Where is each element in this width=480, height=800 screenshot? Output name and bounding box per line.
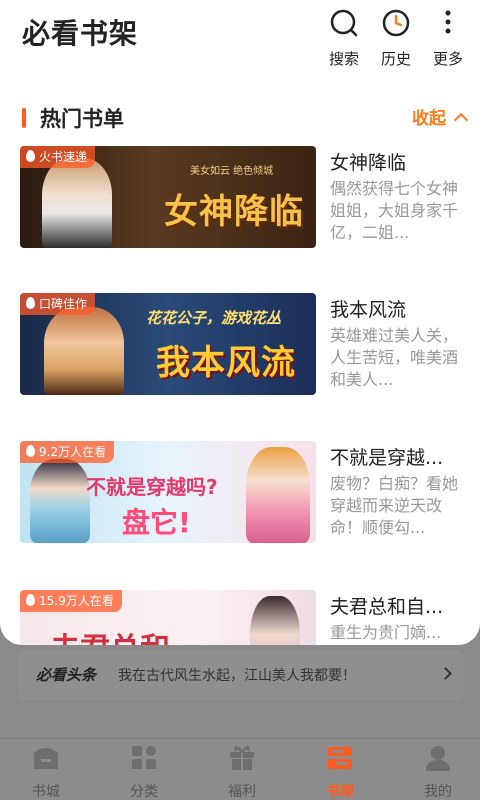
book-item[interactable]: 夫君总和 15.9万人在看 夫君总和自... 重生为贵门嫡... [0, 590, 480, 645]
book-title: 女神降临 [330, 152, 407, 174]
book-description: 英雄难过美人关，人生苦短，唯美酒和美人... [330, 326, 459, 389]
book-item[interactable]: 不就是穿越吗? 盘它! 9.2万人在看 不就是穿越... 废物？白痴？看她穿越而… [0, 441, 480, 551]
history-button[interactable]: 历史 [370, 8, 422, 72]
bookshelf-icon [326, 745, 354, 771]
cover-figure [246, 447, 310, 543]
flame-icon [26, 297, 35, 309]
more-vertical-icon [433, 8, 463, 38]
cover-tagline: 花花公子，游戏花丛 [146, 309, 282, 327]
chevron-up-icon [453, 112, 469, 128]
more-label: 更多 [432, 50, 463, 68]
book-badge: 火书速递 [20, 146, 96, 168]
flame-icon [26, 150, 35, 162]
banner-text: 我在古代风生水起，江山美人我都要！ [118, 668, 356, 684]
book-cover[interactable]: 美女如云 绝色倾城 女神降临 火书速递 [20, 146, 316, 248]
cover-title-art: 夫君总和 [50, 624, 170, 645]
nav-item-category[interactable]: 分类 [114, 745, 174, 800]
nav-item-welfare[interactable]: 福利 [212, 745, 272, 800]
book-title: 不就是穿越... [330, 447, 444, 469]
book-badge: 15.9万人在看 [20, 590, 122, 612]
bottom-nav: 书城 分类 福利 书架 我的 [0, 738, 480, 800]
clock-icon [381, 8, 411, 38]
cover-figure [42, 158, 112, 248]
top-bar: 必看书架 搜索 历史 更多 [0, 0, 480, 80]
cover-title-art: 我本风流 [156, 343, 296, 383]
book-cover[interactable]: 不就是穿越吗? 盘它! 9.2万人在看 [20, 441, 316, 543]
bookshelf-sheet: 必看书架 搜索 历史 更多 热门书单 收起 美女如云 绝色倾城 女神降临 火书速… [0, 0, 480, 645]
collapse-label: 收起 [412, 109, 446, 129]
cover-tagline: 美女如云 绝色倾城 [190, 166, 274, 177]
book-description: 重生为贵门嫡... [330, 623, 442, 642]
cover-title-art: 女神降临 [164, 192, 304, 232]
headline-banner[interactable]: 必看头条 我在古代风生水起，江山美人我都要！ [18, 650, 464, 700]
badge-text: 9.2万人在看 [39, 445, 107, 459]
book-title: 夫君总和自... [330, 596, 444, 618]
badge-text: 口碑佳作 [39, 297, 88, 311]
nav-label: 福利 [228, 784, 256, 800]
chevron-right-icon [439, 667, 452, 680]
book-description: 废物？白痴？看她穿越而来逆天改命！顺便勾... [330, 474, 459, 537]
cover-title-art: 盘它! [122, 506, 191, 539]
cover-figure [30, 459, 90, 543]
cover-tagline: 不就是穿越吗? [86, 475, 218, 499]
book-item[interactable]: 美女如云 绝色倾城 女神降临 火书速递 女神降临 偶然获得七个女神姐姐，大姐身家… [0, 146, 480, 256]
section-title: 热门书单 [40, 107, 124, 131]
book-badge: 口碑佳作 [20, 293, 96, 315]
book-badge: 9.2万人在看 [20, 441, 115, 463]
history-label: 历史 [380, 50, 411, 68]
book-title: 我本风流 [330, 299, 407, 321]
search-icon [329, 8, 359, 38]
nav-item-bookstore[interactable]: 书城 [16, 745, 76, 800]
more-button[interactable]: 更多 [422, 8, 474, 72]
nav-label: 我的 [424, 784, 452, 800]
gift-icon [228, 745, 256, 771]
page-title: 必看书架 [22, 17, 139, 50]
badge-text: 火书速递 [39, 150, 88, 164]
cover-figure [250, 596, 300, 645]
book-description: 偶然获得七个女神姐姐，大姐身家千亿，二姐... [330, 179, 459, 242]
search-button[interactable]: 搜索 [318, 8, 370, 72]
nav-item-bookshelf[interactable]: 书架 [310, 745, 370, 800]
collapse-button[interactable]: 收起 [412, 104, 469, 129]
flame-icon [26, 594, 35, 606]
search-label: 搜索 [328, 50, 359, 68]
profile-icon [424, 745, 452, 771]
section-accent-bar [22, 108, 26, 128]
badge-text: 15.9万人在看 [39, 594, 114, 608]
flame-icon [26, 445, 35, 457]
cover-figure [44, 307, 124, 395]
bookstore-icon [32, 745, 60, 771]
book-item[interactable]: 花花公子，游戏花丛 我本风流 口碑佳作 我本风流 英雄难过美人关，人生苦短，唯美… [0, 293, 480, 403]
category-icon [130, 745, 158, 771]
book-cover[interactable]: 夫君总和 15.9万人在看 [20, 590, 316, 645]
nav-item-profile[interactable]: 我的 [408, 745, 468, 800]
nav-label: 书架 [326, 784, 354, 800]
banner-logo: 必看头条 [36, 666, 97, 684]
nav-label: 分类 [130, 784, 158, 800]
hot-list-header: 热门书单 收起 [0, 100, 480, 136]
nav-label: 书城 [32, 784, 60, 800]
book-cover[interactable]: 花花公子，游戏花丛 我本风流 口碑佳作 [20, 293, 316, 395]
